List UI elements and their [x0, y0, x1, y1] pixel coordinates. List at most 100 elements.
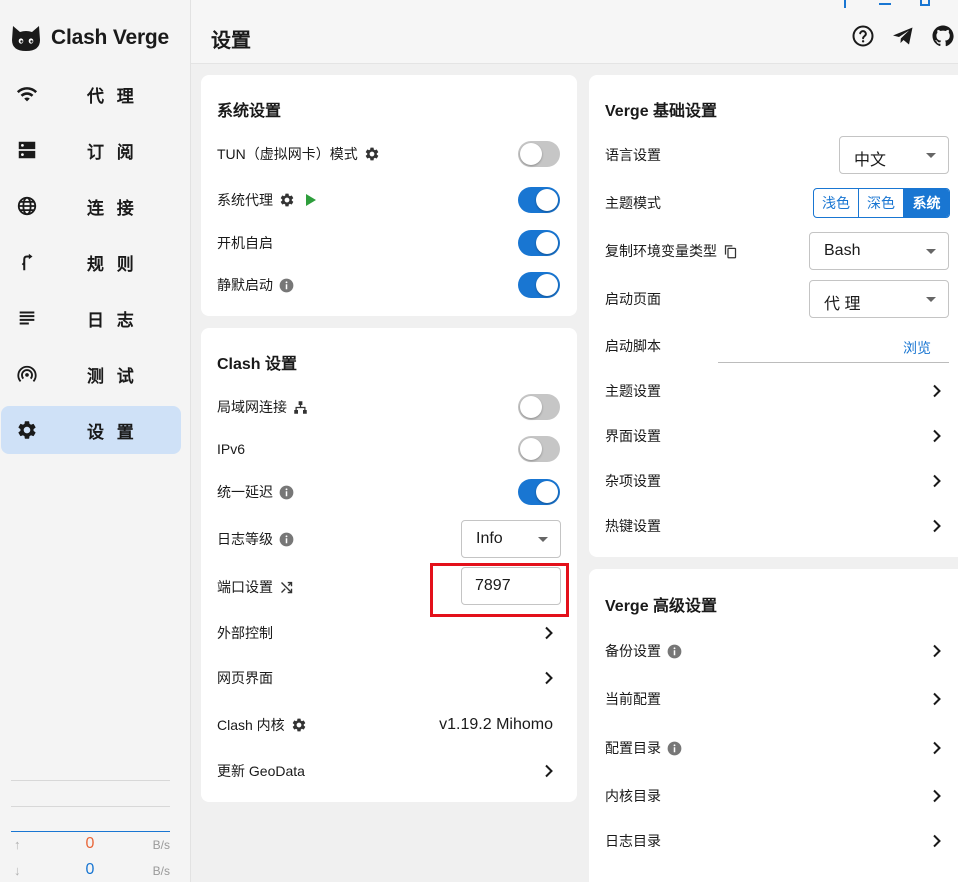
sidebar-item-label: 测 试	[87, 366, 138, 386]
external-control-row[interactable]: 外部控制	[201, 613, 577, 653]
theme-settings-row[interactable]: 主题设置	[589, 371, 958, 411]
dns-icon	[16, 139, 38, 161]
clash-core-row: Clash 内核 v1.19.2 Mihomo	[201, 705, 577, 745]
chevron-right-icon[interactable]	[930, 474, 944, 488]
chevron-right-icon[interactable]	[930, 789, 944, 803]
play-icon[interactable]	[305, 193, 317, 207]
port-text: 端口设置	[217, 579, 273, 595]
copy-icon[interactable]	[723, 244, 738, 259]
sidebar-item-connections[interactable]: 连 接	[1, 182, 181, 230]
start-page-label: 启动页面	[605, 291, 661, 307]
pin-icon[interactable]	[837, 0, 853, 8]
lan-toggle[interactable]	[518, 394, 560, 420]
backup-settings-row[interactable]: 备份设置	[589, 631, 958, 671]
info-icon[interactable]	[279, 485, 294, 500]
env-type-label: 复制环境变量类型	[605, 241, 738, 261]
sidebar-item-proxy[interactable]: 代 理	[1, 70, 181, 118]
web-ui-row[interactable]: 网页界面	[201, 658, 577, 698]
sidebar-item-logs[interactable]: 日 志	[1, 294, 181, 342]
page-title: 设置	[211, 30, 251, 52]
gear-icon[interactable]	[291, 717, 307, 733]
shuffle-icon[interactable]	[279, 580, 294, 595]
start-script-input[interactable]	[718, 362, 949, 363]
silent-start-toggle[interactable]	[518, 272, 560, 298]
lan-network-icon[interactable]	[293, 400, 308, 415]
ui-settings-label: 界面设置	[605, 428, 661, 444]
ipv6-toggle[interactable]	[518, 436, 560, 462]
card-title: 系统设置	[217, 103, 282, 120]
info-icon[interactable]	[667, 741, 682, 756]
hotkey-settings-row[interactable]: 热键设置	[589, 506, 958, 546]
system-proxy-toggle[interactable]	[518, 187, 560, 213]
chevron-right-icon[interactable]	[930, 741, 944, 755]
unified-delay-text: 统一延迟	[217, 484, 273, 500]
help-icon[interactable]	[851, 24, 875, 48]
start-page-select[interactable]: 代 理	[809, 280, 949, 318]
toggle-knob	[520, 396, 542, 418]
arrow-up-icon: ↑	[14, 837, 21, 852]
update-geodata-row[interactable]: 更新 GeoData	[201, 751, 577, 791]
caret-down-icon	[926, 249, 936, 254]
chevron-right-icon[interactable]	[930, 384, 944, 398]
github-icon[interactable]	[931, 24, 955, 48]
gear-icon[interactable]	[279, 192, 295, 208]
theme-dark-option[interactable]: 深色	[859, 189, 904, 217]
log-level-label: 日志等级	[217, 529, 294, 549]
log-level-select[interactable]: Info	[461, 520, 561, 558]
caret-down-icon	[538, 537, 548, 542]
telegram-icon[interactable]	[891, 24, 915, 48]
ui-settings-row[interactable]: 界面设置	[589, 416, 958, 456]
minimize-icon[interactable]	[877, 0, 893, 8]
system-proxy-label: 系统代理	[217, 190, 317, 210]
config-dir-row[interactable]: 配置目录	[589, 728, 958, 768]
info-icon[interactable]	[279, 278, 294, 293]
verge-advanced-settings-card: Verge 高级设置 备份设置 当前配置 配置目录 内核目录 日志目录	[589, 569, 958, 882]
theme-system-option[interactable]: 系统	[904, 189, 949, 217]
gear-icon[interactable]	[364, 146, 380, 162]
download-unit: B/s	[152, 864, 170, 878]
config-dir-text: 配置目录	[605, 740, 661, 756]
config-dir-label: 配置目录	[605, 738, 682, 758]
hotkey-settings-label: 热键设置	[605, 518, 661, 534]
auto-launch-toggle[interactable]	[518, 230, 560, 256]
env-type-value: Bash	[824, 242, 861, 259]
start-script-label: 启动脚本	[605, 338, 661, 354]
theme-mode-label: 主题模式	[605, 195, 661, 211]
sidebar-item-settings[interactable]: 设 置	[1, 406, 181, 454]
ipv6-label: IPv6	[217, 441, 246, 457]
chevron-right-icon[interactable]	[930, 429, 944, 443]
lan-text: 局域网连接	[217, 399, 287, 415]
chevron-right-icon[interactable]	[542, 764, 556, 778]
sidebar-item-test[interactable]: 测 试	[1, 350, 181, 398]
external-control-label: 外部控制	[217, 625, 273, 641]
browse-button[interactable]: 浏览	[903, 338, 931, 358]
current-config-row[interactable]: 当前配置	[589, 679, 958, 719]
chevron-right-icon[interactable]	[542, 626, 556, 640]
language-value: 中文	[854, 152, 887, 169]
language-select[interactable]: 中文	[839, 136, 949, 174]
env-type-select[interactable]: Bash	[809, 232, 949, 270]
unified-delay-toggle[interactable]	[518, 479, 560, 505]
info-icon[interactable]	[279, 532, 294, 547]
gear-icon	[16, 419, 38, 441]
chevron-right-icon[interactable]	[930, 692, 944, 706]
chevron-right-icon[interactable]	[542, 671, 556, 685]
log-dir-row[interactable]: 日志目录	[589, 821, 958, 861]
chevron-right-icon[interactable]	[930, 644, 944, 658]
core-dir-row[interactable]: 内核目录	[589, 776, 958, 816]
app-name: Clash Verge	[51, 26, 170, 49]
caret-down-icon	[926, 297, 936, 302]
backup-settings-text: 备份设置	[605, 643, 661, 659]
info-icon[interactable]	[667, 644, 682, 659]
maximize-icon[interactable]	[917, 0, 933, 8]
misc-settings-row[interactable]: 杂项设置	[589, 461, 958, 501]
chevron-right-icon[interactable]	[930, 519, 944, 533]
chevron-right-icon[interactable]	[930, 834, 944, 848]
sidebar-item-profiles[interactable]: 订 阅	[1, 126, 181, 174]
silent-start-label: 静默启动	[217, 275, 294, 295]
sidebar-item-rules[interactable]: 规 则	[1, 238, 181, 286]
current-config-label: 当前配置	[605, 691, 661, 707]
tun-mode-toggle[interactable]	[518, 141, 560, 167]
theme-light-option[interactable]: 浅色	[814, 189, 859, 217]
env-type-text: 复制环境变量类型	[605, 243, 717, 259]
